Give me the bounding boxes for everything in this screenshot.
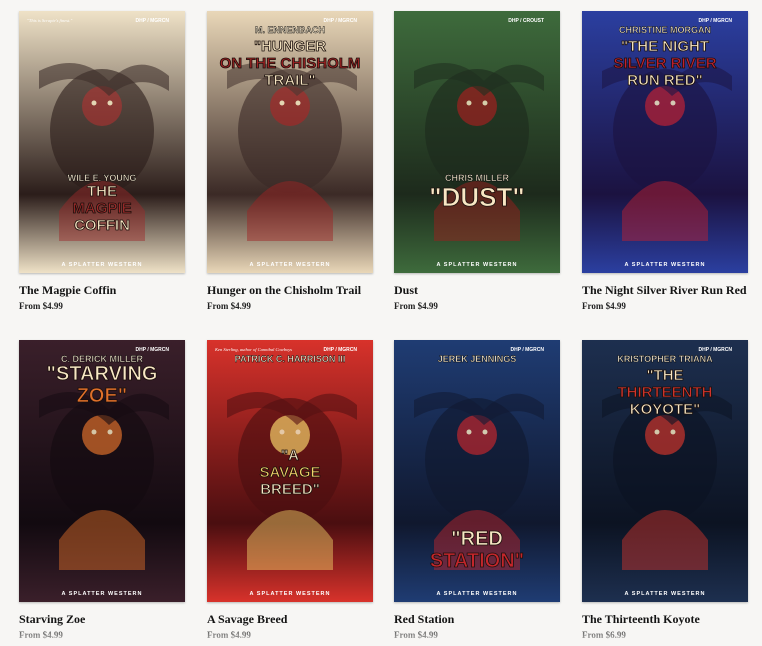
cover-title-line: KOYOTE" — [630, 401, 700, 418]
cover-title-line: "THE — [646, 367, 683, 384]
product-grid: DHP / MGRCN "This is Scrapie's finest." WI… — [0, 0, 762, 646]
product-price: From $4.99 — [19, 301, 63, 311]
product-price: From $4.99 — [19, 630, 63, 640]
product-price: From $4.99 — [207, 301, 251, 311]
product-title[interactable]: Red Station — [394, 611, 560, 627]
cover-title-line: "DUST" — [429, 182, 524, 212]
cover-publisher-mark: DHP / MGRCN — [323, 347, 357, 353]
product-price: From $4.99 — [394, 301, 438, 311]
cover-series-label: A SPLATTER WESTERN — [250, 262, 331, 268]
product-card-red-station[interactable]: DHP / MGRCN JEREK JENNINGS "RED STATION" A S… — [394, 340, 560, 641]
cover-publisher-mark: DHP / MGRCN — [698, 18, 732, 24]
product-card-thirteenth-koyote[interactable]: DHP / MGRCN KRISTOPHER TRIANA "THE THIRTEEN… — [582, 340, 748, 641]
cover-author: JEREK JENNINGS — [438, 354, 517, 364]
cover-title-line: SILVER RIVER — [613, 55, 716, 72]
product-card-dust[interactable]: DHP / CROUST CHRIS MILLER "DUST" A SPLATTER… — [394, 11, 560, 312]
product-price: From $6.99 — [582, 630, 626, 640]
cover-title-line: "RED — [451, 528, 503, 550]
book-cover-image[interactable]: DHP / MGRCN M. ENNENBACH "HUNGER ON THE CHI… — [207, 11, 373, 273]
product-title[interactable]: Hunger on the Chisholm Trail — [207, 282, 373, 298]
cover-title-line: ON THE CHISHOLM — [220, 55, 361, 72]
cover-title-line: "THE NIGHT — [621, 38, 709, 55]
cover-title-line: TRAIL" — [264, 72, 315, 89]
cover-title-line: MAGPIE — [72, 200, 131, 217]
cover-title-line: STATION" — [430, 550, 524, 572]
cover-title-line: ZOE" — [77, 385, 128, 407]
product-title[interactable]: The Night Silver River Run Red — [582, 282, 748, 298]
product-price: From $4.99 — [582, 301, 626, 311]
product-title[interactable]: Starving Zoe — [19, 611, 185, 627]
cover-publisher-mark: DHP / MGRCN — [510, 347, 544, 353]
cover-series-label: A SPLATTER WESTERN — [62, 262, 143, 268]
cover-author: WILE E. YOUNG — [68, 173, 137, 183]
cover-blurb: "This is Scrapie's finest." — [27, 18, 72, 23]
book-cover-image[interactable]: DHP / MGRCN CHRISTINE MORGAN "THE NIGHT SIL… — [582, 11, 748, 273]
cover-author: PATRICK C. HARRISON III — [235, 354, 346, 364]
product-title[interactable]: Dust — [394, 282, 560, 298]
cover-title-line: BREED" — [260, 481, 320, 498]
book-cover-image[interactable]: DHP / CROUST CHRIS MILLER "DUST" A SPLATTER… — [394, 11, 560, 273]
product-card-savage-breed[interactable]: DHP / MGRCN Ken Sterling, author of Canni… — [207, 340, 373, 641]
cover-author: KRISTOPHER TRIANA — [617, 354, 713, 364]
cover-series-label: A SPLATTER WESTERN — [625, 591, 706, 597]
book-cover-image[interactable]: DHP / MGRCN C. DERICK MILLER "STARVING ZOE"… — [19, 340, 185, 602]
cover-series-label: A SPLATTER WESTERN — [625, 262, 706, 268]
cover-publisher-mark: DHP / MGRCN — [135, 347, 169, 353]
book-cover-image[interactable]: DHP / MGRCN JEREK JENNINGS "RED STATION" A S… — [394, 340, 560, 602]
cover-title-line: THIRTEENTH — [618, 384, 713, 401]
cover-title-line: THE — [87, 183, 117, 200]
cover-title-line: COFFIN — [74, 217, 130, 234]
cover-series-label: A SPLATTER WESTERN — [437, 591, 518, 597]
cover-publisher-mark: DHP / MGRCN — [698, 347, 732, 353]
book-cover-image[interactable]: DHP / MGRCN KRISTOPHER TRIANA "THE THIRTEEN… — [582, 340, 748, 602]
cover-title-line: SAVAGE — [259, 464, 320, 481]
book-cover-image[interactable]: DHP / MGRCN "This is Scrapie's finest." WI… — [19, 11, 185, 273]
product-title[interactable]: A Savage Breed — [207, 611, 373, 627]
cover-title-line: "STARVING — [47, 363, 158, 385]
cover-publisher-mark: DHP / MGRCN — [323, 18, 357, 24]
product-card-night-silver-river[interactable]: DHP / MGRCN CHRISTINE MORGAN "THE NIGHT SIL… — [582, 11, 748, 312]
cover-publisher-mark: DHP / MGRCN — [135, 18, 169, 24]
product-price: From $4.99 — [207, 630, 251, 640]
product-card-magpie-coffin[interactable]: DHP / MGRCN "This is Scrapie's finest." WI… — [19, 11, 185, 312]
cover-author: M. ENNENBACH — [255, 25, 325, 35]
cover-series-label: A SPLATTER WESTERN — [437, 262, 518, 268]
cover-title-line: "A — [281, 447, 299, 464]
product-title[interactable]: The Thirteenth Koyote — [582, 611, 748, 627]
product-price: From $4.99 — [394, 630, 438, 640]
cover-title-line: RUN RED" — [627, 72, 702, 89]
book-cover-image[interactable]: DHP / MGRCN Ken Sterling, author of Canni… — [207, 340, 373, 602]
cover-series-label: A SPLATTER WESTERN — [250, 591, 331, 597]
product-card-starving-zoe[interactable]: DHP / MGRCN C. DERICK MILLER "STARVING ZOE"… — [19, 340, 185, 641]
product-card-hunger-chisholm-trail[interactable]: DHP / MGRCN M. ENNENBACH "HUNGER ON THE CHI… — [207, 11, 373, 312]
cover-title-line: "HUNGER — [254, 38, 326, 55]
cover-author: CHRISTINE MORGAN — [619, 25, 711, 35]
product-title[interactable]: The Magpie Coffin — [19, 282, 185, 298]
cover-publisher-mark: DHP / CROUST — [508, 18, 544, 24]
cover-series-label: A SPLATTER WESTERN — [62, 591, 143, 597]
